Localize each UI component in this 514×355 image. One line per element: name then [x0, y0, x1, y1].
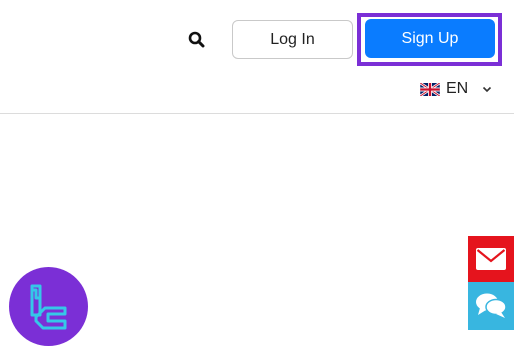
mail-contact-button[interactable] — [468, 236, 514, 282]
brand-logo-icon — [30, 284, 66, 329]
login-label: Log In — [270, 30, 315, 48]
search-button[interactable] — [183, 26, 209, 52]
language-code: EN — [446, 80, 469, 97]
chat-bubbles-icon — [476, 293, 507, 318]
signup-label: Sign Up — [401, 29, 459, 47]
language-selector[interactable]: EN — [420, 78, 492, 100]
chevron-down-icon — [482, 86, 492, 93]
header-divider — [0, 113, 514, 114]
brand-logo-badge[interactable] — [9, 267, 88, 346]
envelope-icon — [476, 248, 506, 270]
chat-contact-button[interactable] — [468, 282, 514, 330]
signup-button[interactable]: Sign Up — [365, 19, 495, 58]
login-button[interactable]: Log In — [232, 20, 353, 59]
uk-flag-icon — [420, 82, 440, 96]
search-icon — [188, 31, 204, 47]
